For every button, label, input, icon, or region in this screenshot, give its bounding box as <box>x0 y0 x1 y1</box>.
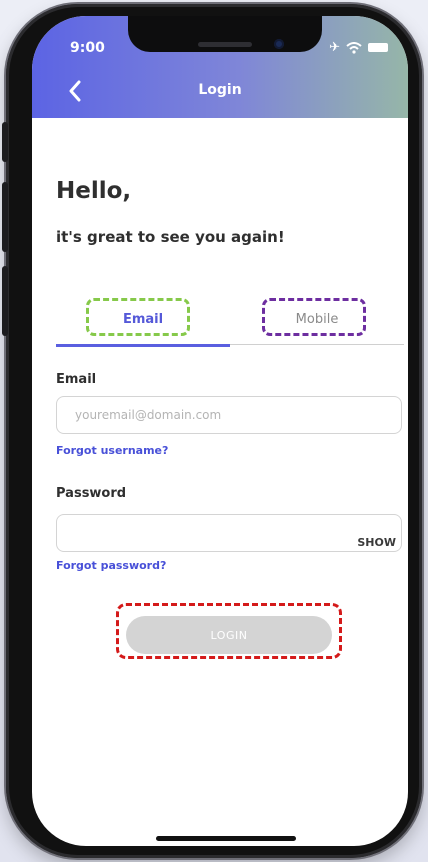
mute-switch <box>2 122 8 162</box>
tab-email[interactable]: Email <box>56 294 230 347</box>
front-camera <box>274 39 284 49</box>
password-input[interactable] <box>56 514 402 552</box>
password-label: Password <box>56 486 127 501</box>
notch <box>128 16 322 52</box>
phone-frame: 9:00 ✈ Login Hello, it's great to see yo… <box>2 4 422 858</box>
page-title: Login <box>198 82 242 98</box>
phone-screen: 9:00 ✈ Login Hello, it's great to see yo… <box>32 16 408 846</box>
home-indicator <box>156 836 296 841</box>
status-icons: ✈ <box>329 40 388 55</box>
tab-mobile[interactable]: Mobile <box>230 294 404 345</box>
show-password-toggle[interactable]: SHOW <box>357 536 396 549</box>
login-button[interactable]: LOGIN <box>126 616 332 654</box>
speaker <box>198 42 252 47</box>
nav-header: 9:00 ✈ Login <box>32 16 408 118</box>
battery-icon <box>368 43 388 52</box>
volume-up-button <box>2 182 8 252</box>
wifi-icon <box>346 41 362 54</box>
greeting-title: Hello, <box>56 178 132 204</box>
email-input[interactable] <box>56 396 402 434</box>
forgot-password-link[interactable]: Forgot password? <box>56 559 166 572</box>
forgot-username-link[interactable]: Forgot username? <box>56 444 168 457</box>
volume-down-button <box>2 266 8 336</box>
greeting-subtitle: it's great to see you again! <box>56 228 285 246</box>
email-label: Email <box>56 372 97 387</box>
airplane-icon: ✈ <box>329 40 340 55</box>
status-time: 9:00 <box>70 40 105 56</box>
